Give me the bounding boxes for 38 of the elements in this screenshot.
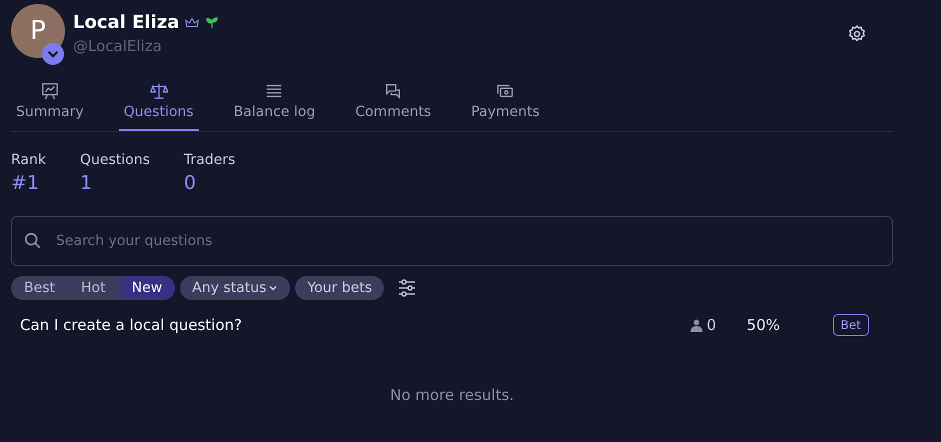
tab[interactable]: Summary [11,82,89,131]
banknotes-icon [496,82,514,100]
sliders-icon[interactable] [397,278,417,298]
crown-icon [185,16,200,28]
tab[interactable]: Questions [118,82,199,131]
caret-icon [268,283,278,293]
chevron-down-icon[interactable] [42,43,64,65]
chart-board-icon [40,82,59,100]
stat-value: 0 [184,172,197,194]
stat-label: Traders [184,152,236,168]
tab[interactable]: Comments [350,82,436,131]
username: @LocalEliza [73,37,163,55]
trader-count: 0 [706,316,718,334]
stat-label: Questions [80,152,150,168]
list-lines-icon [265,82,284,100]
end-of-results-text: No more results. [390,386,514,404]
filter-button[interactable]: Your bets [295,276,384,300]
scale-icon [150,82,168,100]
question-title[interactable]: Can I create a local question? [20,316,690,334]
person-icon [690,318,703,332]
sort-option[interactable]: Hot [68,276,119,300]
avatar[interactable]: P [11,4,65,58]
settings-icon[interactable] [847,24,867,44]
search-field[interactable]: Search your questions [11,216,893,266]
stat-label: Rank [11,152,46,168]
user-name: Local Eliza [73,12,180,33]
tab[interactable]: Payments [466,82,545,131]
tab[interactable]: Balance log [228,82,320,131]
sort-option[interactable]: Best [11,276,68,300]
probability: 50% [746,316,782,334]
stat-value: 1 [80,172,94,194]
filter-button[interactable]: Any status [180,276,290,300]
sort-option[interactable]: New [118,276,176,300]
stat-value: #1 [11,172,40,194]
bet-button[interactable]: Bet [832,314,869,336]
chat-bubbles-icon [384,82,402,100]
search-icon [24,232,42,250]
sprout-icon [205,16,220,28]
